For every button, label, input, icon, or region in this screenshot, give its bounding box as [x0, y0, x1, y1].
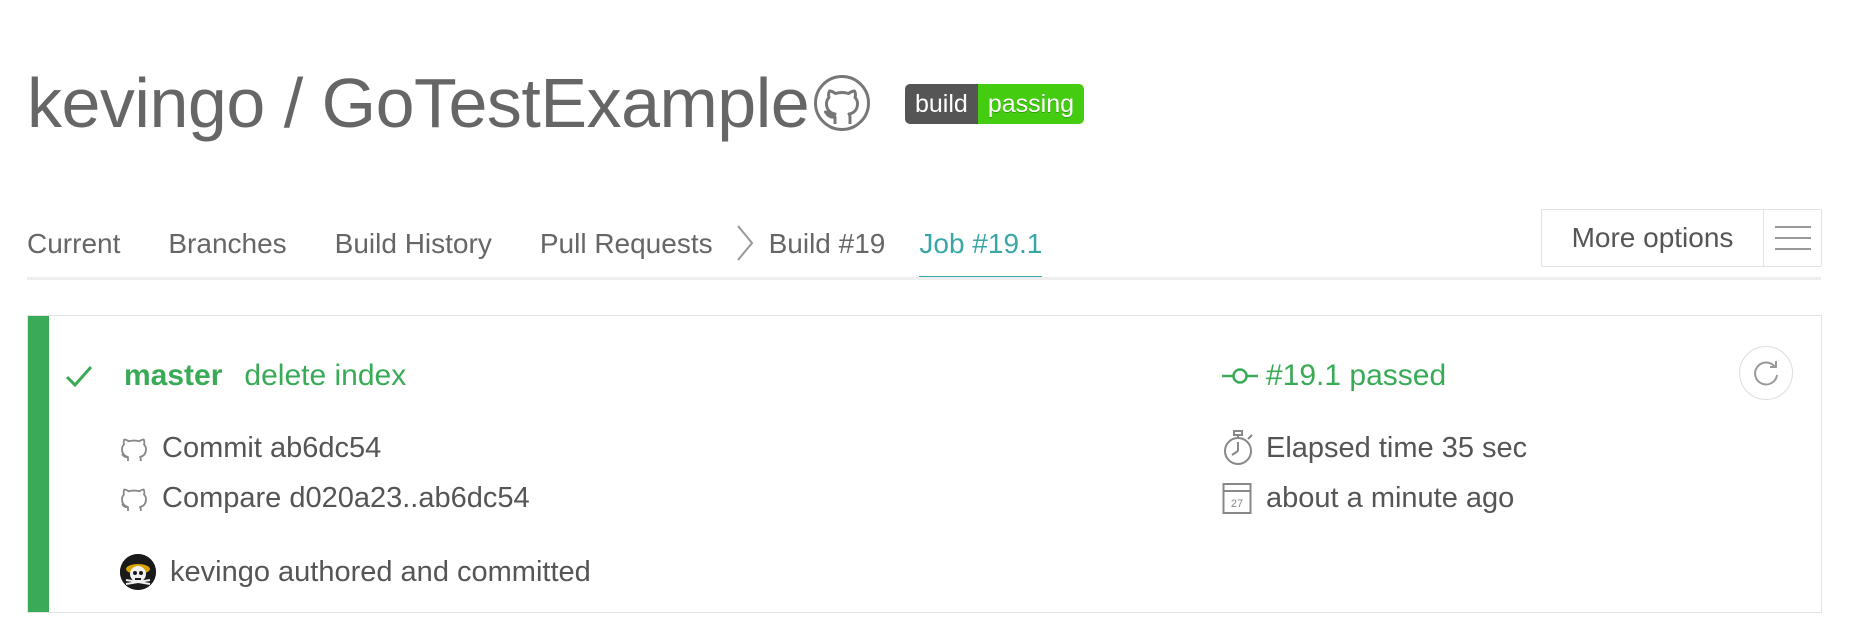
github-icon [121, 438, 147, 461]
branch-name[interactable]: master [124, 359, 222, 393]
hamburger-icon[interactable] [1764, 210, 1821, 266]
commit-icon [1222, 368, 1258, 384]
refresh-icon [1754, 361, 1778, 386]
repo-title[interactable]: kevingo / GoTestExample [27, 58, 810, 148]
more-options-dropdown[interactable]: More options [1541, 209, 1822, 267]
stopwatch-icon [1224, 430, 1253, 465]
tab-pull-requests[interactable]: Pull Requests [540, 222, 713, 280]
github-icon[interactable] [813, 74, 871, 132]
job-summary-card: master delete index #19.1 passed Commit … [27, 315, 1822, 613]
finished-time: about a minute ago [1266, 481, 1515, 514]
tab-job-19-1[interactable]: Job #19.1 [919, 222, 1043, 280]
calendar-day: 27 [1231, 498, 1243, 510]
badge-status: passing [977, 84, 1084, 124]
build-status-badge[interactable]: build passing [905, 84, 1084, 124]
elapsed-time: Elapsed time 35 sec [1266, 431, 1528, 464]
status-stripe [28, 316, 49, 612]
calendar-icon: 27 [1222, 483, 1252, 514]
tab-current[interactable]: Current [27, 222, 120, 280]
chevron-right-icon [735, 221, 755, 281]
navigation-tabs: Current Branches Build History Pull Requ… [27, 221, 1043, 281]
tabs-divider [27, 277, 1821, 280]
compare-link[interactable]: Compare d020a23..ab6dc54 [162, 482, 530, 515]
restart-job-button[interactable] [1739, 346, 1793, 400]
tab-build-history[interactable]: Build History [335, 222, 492, 280]
job-status-text: #19.1 passed [1266, 359, 1447, 392]
avatar[interactable] [120, 554, 156, 590]
badge-label: build [905, 84, 978, 124]
commit-message: delete index [244, 359, 407, 392]
author-info: kevingo authored and committed [170, 555, 591, 588]
more-options-button[interactable]: More options [1542, 210, 1764, 266]
check-icon [65, 366, 93, 388]
github-icon [121, 488, 147, 511]
tab-build-19[interactable]: Build #19 [769, 222, 886, 280]
commit-link[interactable]: Commit ab6dc54 [162, 432, 381, 465]
tab-branches[interactable]: Branches [168, 222, 286, 280]
